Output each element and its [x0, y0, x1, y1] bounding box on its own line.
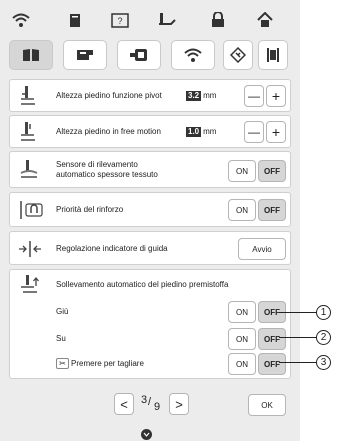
free-motion-height-increase-button[interactable]: +: [266, 121, 286, 143]
previous-page-button[interactable]: <: [114, 393, 134, 415]
reinforcement-icon: [18, 200, 44, 220]
lift-down-label: Giù: [56, 307, 69, 316]
press-to-cut-on-button[interactable]: ON: [228, 353, 256, 375]
help-icon[interactable]: ?: [105, 7, 135, 33]
pivot-height-increase-button[interactable]: +: [266, 85, 286, 107]
svg-text:?: ?: [117, 16, 122, 26]
wifi-icon[interactable]: [6, 7, 36, 33]
callout-line-3: [279, 362, 317, 363]
pivot-height-label: Altezza piedino funzione pivot: [56, 91, 162, 100]
free-motion-height-decrease-button[interactable]: —: [244, 121, 264, 143]
auto-foot-lift-label: Sollevamento automatico del piedino prem…: [56, 280, 229, 289]
fabric-sensor-row: Sensore di rilevamento automatico spesso…: [9, 151, 291, 188]
page-current: 3: [141, 394, 148, 406]
guide-indicator-label: Regolazione indicatore di guida: [56, 244, 168, 253]
press-to-cut-off-button[interactable]: OFF: [258, 353, 286, 375]
lift-up-off-button[interactable]: OFF: [258, 328, 286, 350]
sewing-machine-icon: [75, 48, 95, 62]
pivot-height-value: 3.2: [186, 91, 202, 101]
lift-up-on-button[interactable]: ON: [228, 328, 256, 350]
guide-indicator-start-button[interactable]: Avvio: [238, 238, 286, 260]
pivot-height-value-group: 3.2 mm: [184, 91, 216, 101]
reinforcement-off-button[interactable]: OFF: [258, 199, 286, 221]
callout-1: 1: [316, 305, 331, 320]
press-to-cut-label: Premere per tagliare: [71, 359, 144, 368]
scissors-icon: ✂: [56, 358, 69, 369]
tab-sewing[interactable]: [63, 40, 107, 70]
callout-line-1: [279, 312, 317, 313]
pivot-height-unit: mm: [203, 91, 217, 100]
tab-embroidery[interactable]: [117, 40, 161, 70]
save-settings-button[interactable]: [223, 40, 253, 70]
lift-up-label: Su: [56, 334, 66, 343]
callout-3: 3: [316, 355, 331, 370]
auto-foot-lift-row: Sollevamento automatico del piedino prem…: [9, 269, 291, 379]
foot-lift-icon: [18, 274, 42, 296]
pivot-foot-icon: [18, 85, 38, 107]
fabric-sensor-label-line2: automatico spessore tessuto: [56, 170, 158, 179]
page-indicator: 3 / 9: [137, 393, 167, 415]
callout-line-2: [279, 337, 317, 338]
free-motion-height-value-group: 1.0 mm: [184, 127, 216, 137]
book-icon: [22, 48, 40, 62]
fabric-sensor-on-button[interactable]: ON: [228, 160, 256, 182]
guide-indicator-icon: [18, 240, 42, 258]
pivot-height-row: Altezza piedino funzione pivot 3.2 mm — …: [9, 79, 291, 112]
lift-down-on-button[interactable]: ON: [228, 301, 256, 323]
tab-wireless[interactable]: [171, 40, 215, 70]
ok-button[interactable]: OK: [248, 394, 286, 416]
free-motion-height-row: Altezza piedino in free motion 1.0 mm — …: [9, 115, 291, 148]
fabric-sensor-off-button[interactable]: OFF: [258, 160, 286, 182]
guide-indicator-row: Regolazione indicatore di guida Avvio: [9, 231, 291, 265]
free-motion-foot-icon: [18, 121, 38, 143]
next-page-button[interactable]: >: [169, 393, 189, 415]
home-icon[interactable]: [250, 7, 280, 33]
machine-icon: [266, 47, 280, 63]
reinforcement-priority-row: Priorità del rinforzo ON OFF: [9, 192, 291, 227]
free-motion-height-value: 1.0: [186, 127, 202, 137]
fabric-sensor-icon: [18, 159, 40, 181]
collapse-chevron-icon[interactable]: [141, 429, 152, 440]
reinforcement-on-button[interactable]: ON: [228, 199, 256, 221]
page-total: 9: [154, 401, 161, 413]
callout-2: 2: [316, 330, 331, 345]
save-diamond-icon: [230, 47, 246, 63]
embroidery-icon: [129, 48, 149, 62]
presser-foot-icon[interactable]: [152, 7, 182, 33]
pivot-height-decrease-button[interactable]: —: [244, 85, 264, 107]
free-motion-height-unit: mm: [203, 127, 217, 136]
page-separator: /: [148, 396, 152, 408]
reinforcement-priority-label: Priorità del rinforzo: [56, 205, 124, 214]
wifi-tab-icon: [183, 47, 203, 63]
page-icon[interactable]: [60, 7, 90, 33]
tab-general[interactable]: [9, 40, 53, 70]
free-motion-height-label: Altezza piedino in free motion: [56, 127, 161, 136]
lock-icon[interactable]: [203, 7, 233, 33]
machine-info-button[interactable]: [258, 40, 288, 70]
fabric-sensor-label-line1: Sensore di rilevamento: [56, 160, 138, 169]
